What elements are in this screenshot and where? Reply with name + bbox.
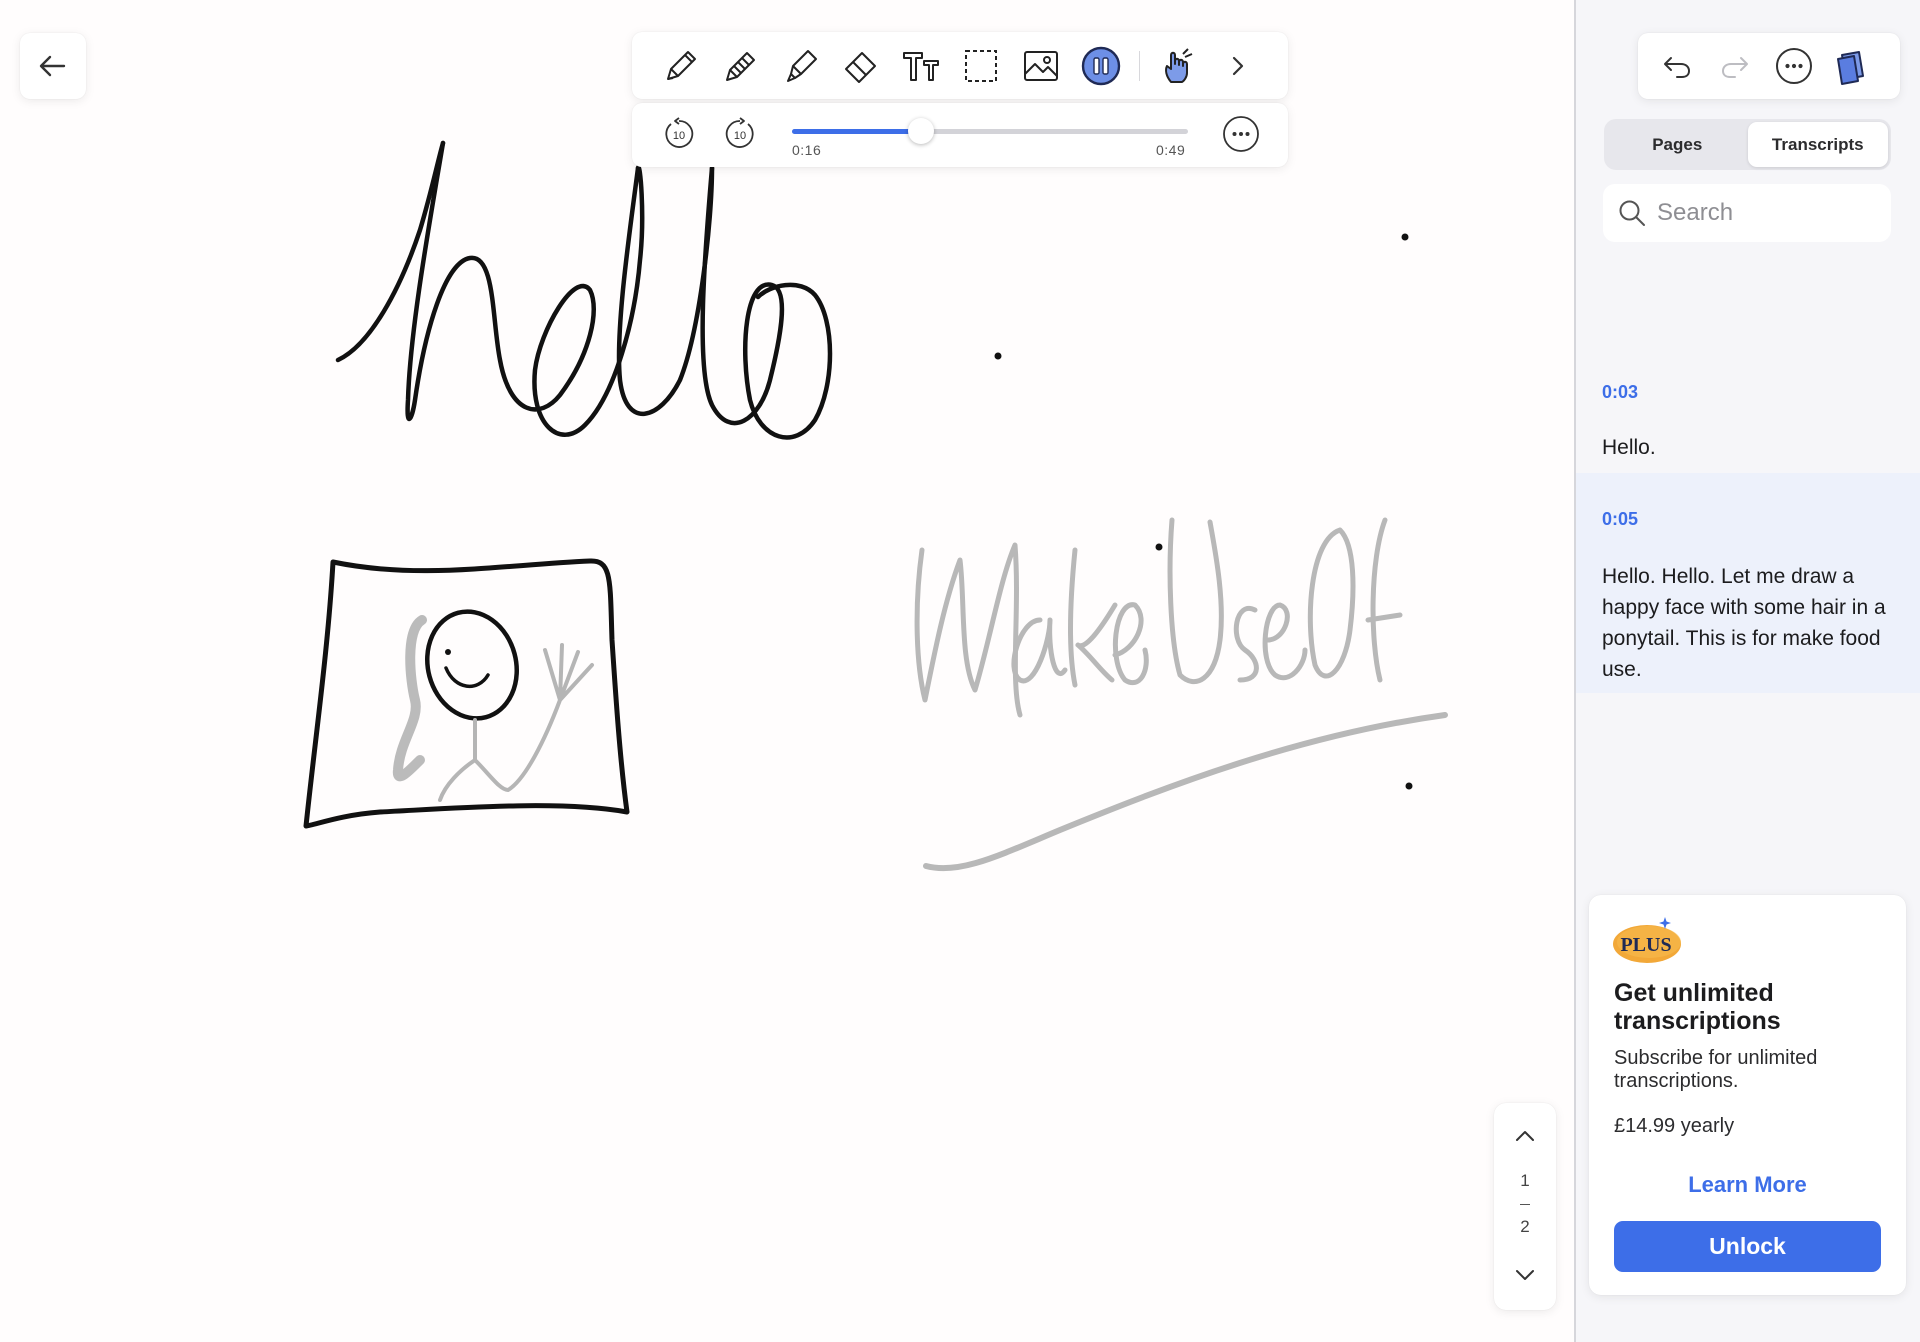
lasso-select-tool-button[interactable] — [958, 42, 1005, 90]
highlighter-tool-button[interactable] — [778, 42, 825, 90]
skip-forward-10-icon: 10 — [725, 117, 754, 148]
redo-icon — [1722, 57, 1749, 78]
note-canvas[interactable] — [0, 0, 1574, 1342]
total-time: 0:49 — [1156, 142, 1186, 158]
chevron-right-icon — [1232, 56, 1243, 75]
transcript-entry-active[interactable]: 0:05 Hello. Hello. Let me draw a happy f… — [1576, 473, 1920, 693]
transcript-timestamp[interactable]: 0:03 — [1602, 382, 1638, 403]
page-separator — [1520, 1204, 1530, 1205]
redo-button[interactable] — [1715, 43, 1757, 89]
plus-title: Get unlimited transcriptions — [1614, 979, 1781, 1035]
hand-touch-icon — [1164, 47, 1193, 83]
pause-icon — [1081, 46, 1120, 85]
pen-icon — [726, 51, 756, 81]
eraser-tool-button[interactable] — [838, 42, 885, 90]
total-page-number: 2 — [1520, 1217, 1530, 1236]
drawing-toolbar — [632, 32, 1288, 99]
learn-more-link[interactable]: Learn More — [1589, 1172, 1906, 1198]
transcript-text: Hello. — [1602, 436, 1656, 459]
text-tool-button[interactable] — [898, 42, 945, 90]
more-options-button[interactable] — [1773, 43, 1815, 89]
plus-badge-label: PLUS — [1620, 934, 1671, 956]
sidebar-tabs: Pages Transcripts — [1604, 119, 1891, 170]
image-icon — [1023, 50, 1058, 81]
skip-back-button[interactable]: 10 — [662, 117, 696, 151]
sidebar-toolbar — [1638, 33, 1900, 99]
audio-playback-bar: 10 10 0:16 0:49 — [632, 103, 1288, 167]
handwriting-hello — [335, 140, 833, 440]
plus-upsell-card: PLUS Get unlimited transcriptions Subscr… — [1589, 895, 1906, 1295]
skip-back-10-icon: 10 — [665, 117, 694, 148]
playback-progress — [792, 129, 922, 134]
transcript-entry[interactable]: 0:03 Hello. — [1576, 366, 1920, 471]
plus-badge: PLUS — [1613, 917, 1681, 963]
touch-tool-button[interactable] — [1154, 42, 1201, 90]
skip-back-label: 10 — [673, 130, 685, 142]
pencil-icon — [667, 50, 697, 80]
playback-scrubber[interactable] — [792, 118, 1188, 144]
more-tools-button[interactable] — [1214, 42, 1261, 90]
arrow-left-icon — [39, 55, 66, 77]
handwriting-layer — [303, 140, 1448, 872]
current-page-number: 1 — [1520, 1171, 1530, 1190]
current-time: 0:16 — [792, 142, 822, 158]
lasso-select-icon — [964, 49, 997, 82]
pen-tool-button[interactable] — [718, 42, 765, 90]
undo-icon — [1663, 57, 1690, 78]
plus-price: £14.99 yearly — [1614, 1115, 1735, 1137]
search-input[interactable] — [1657, 199, 1877, 227]
skip-forward-label: 10 — [734, 130, 746, 142]
chevron-up-icon[interactable] — [1510, 1121, 1540, 1151]
back-button[interactable] — [20, 33, 86, 99]
pencil-tool-button[interactable] — [658, 42, 705, 90]
ink-dots — [994, 233, 1413, 790]
image-tool-button[interactable] — [1017, 42, 1064, 90]
plus-subtitle: Subscribe for unlimited transcriptions. — [1614, 1047, 1818, 1092]
pages-icon — [1837, 51, 1865, 85]
transcript-text: Hello. Hello. Let me draw a happy face w… — [1602, 565, 1886, 681]
highlighter-icon — [787, 49, 818, 82]
chevron-down-icon[interactable] — [1510, 1260, 1540, 1290]
eraser-icon — [845, 51, 877, 83]
tab-transcripts[interactable]: Transcripts — [1747, 122, 1888, 167]
unlock-button[interactable]: Unlock — [1614, 1221, 1881, 1272]
scrubber-knob[interactable] — [908, 118, 935, 144]
transcript-timestamp[interactable]: 0:05 — [1602, 509, 1638, 530]
text-tool-icon — [903, 51, 940, 81]
toggle-pages-panel-button[interactable] — [1832, 43, 1874, 89]
handwriting-make-use-of — [914, 517, 1448, 872]
playback-more-button[interactable] — [1222, 115, 1260, 153]
more-icon — [1223, 116, 1259, 152]
more-icon — [1775, 48, 1812, 84]
pause-recording-button[interactable] — [1077, 42, 1124, 90]
transcript-search[interactable] — [1603, 184, 1891, 242]
search-icon — [1619, 200, 1645, 226]
skip-forward-button[interactable]: 10 — [723, 117, 757, 151]
toolbar-divider — [1139, 50, 1141, 81]
undo-button[interactable] — [1656, 43, 1698, 89]
framed-sketch — [303, 558, 630, 829]
page-navigator: 1 2 — [1494, 1103, 1556, 1310]
tab-pages[interactable]: Pages — [1607, 122, 1748, 167]
